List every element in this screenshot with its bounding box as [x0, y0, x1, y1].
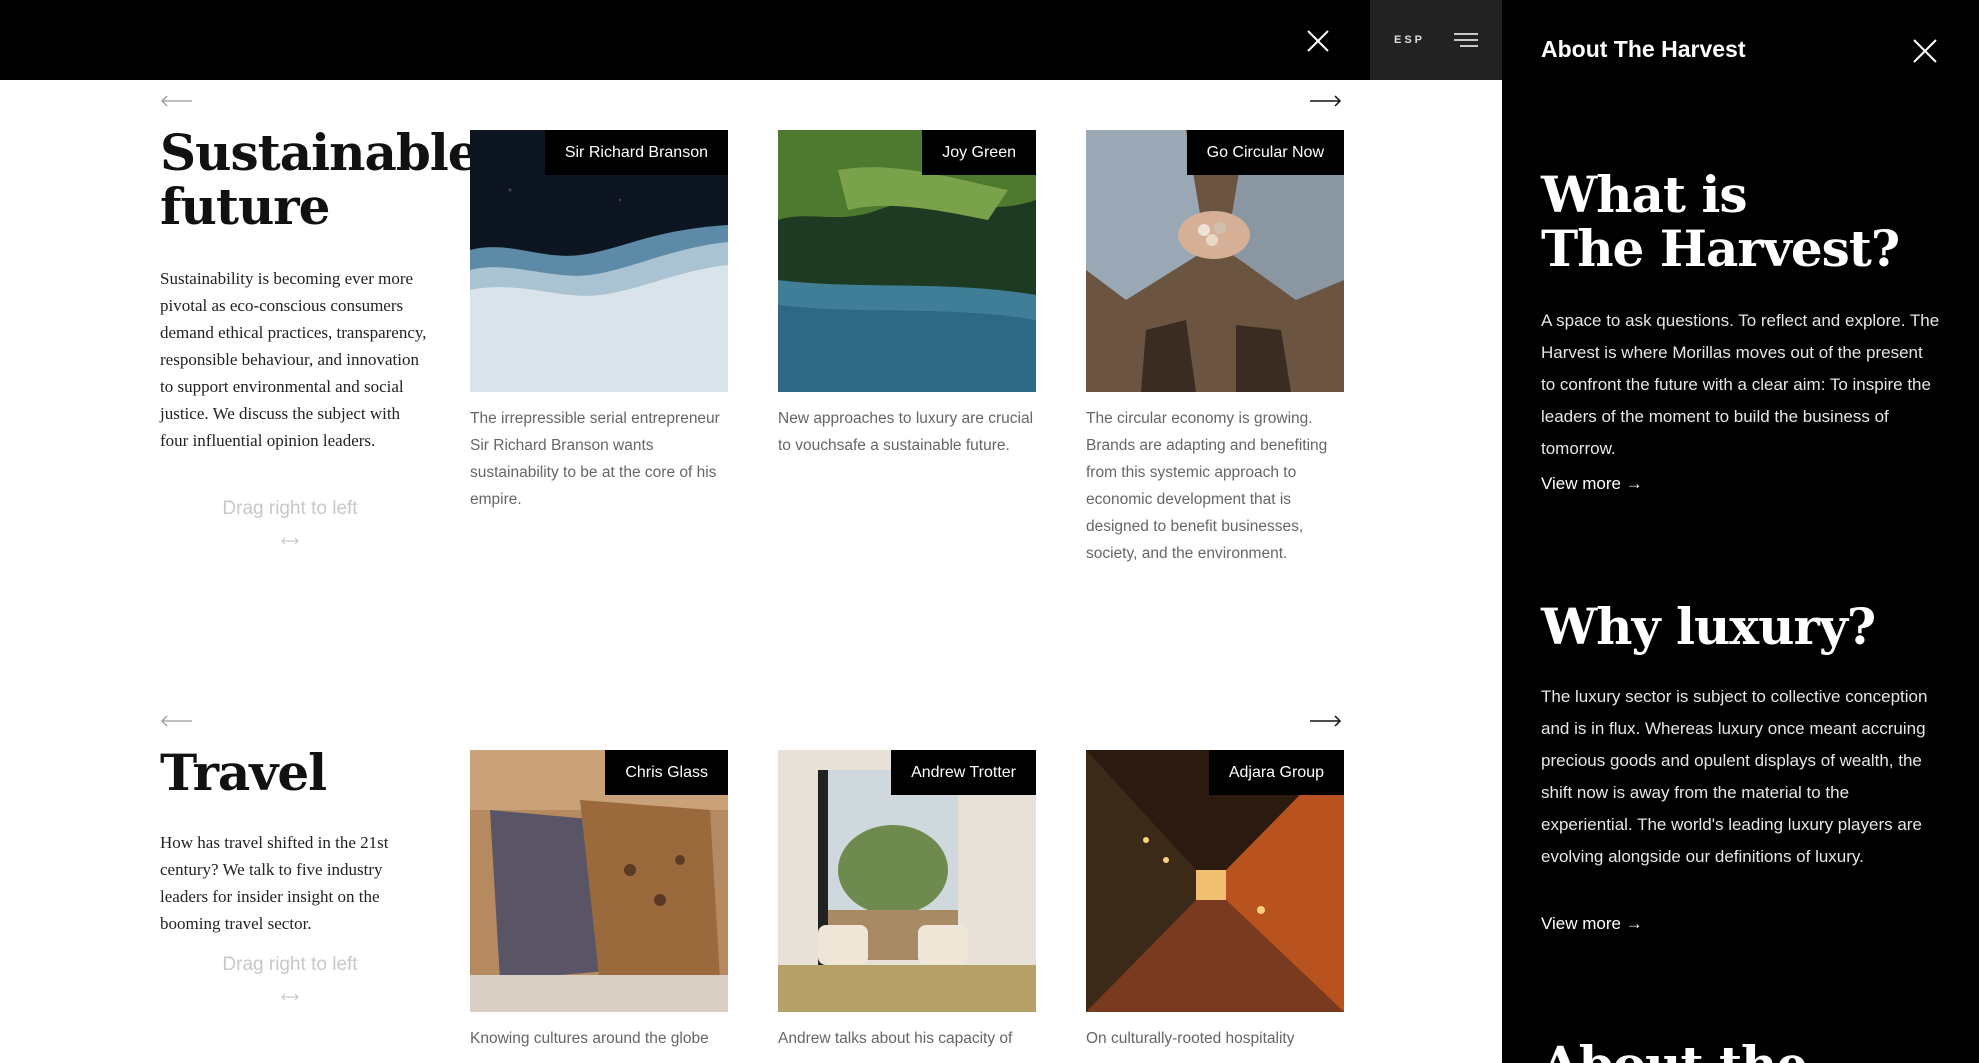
panel-heading-line: The Harvest? [1541, 219, 1900, 278]
section-title: Sustainable future [160, 123, 480, 236]
card-text: On culturally-rooted hospitality [1086, 1030, 1295, 1047]
card-image: Chris Glass [470, 750, 728, 1012]
card-image: Adjara Group [1086, 750, 1344, 1012]
card-text: Knowing cultures around the globe [470, 1030, 709, 1047]
hamburger-menu-icon[interactable] [1452, 30, 1480, 50]
card-andrew-trotter[interactable]: Andrew Trotter Andrew talks about his ca… [778, 750, 1036, 1052]
section-description: How has travel shifted in the 21st centu… [160, 833, 389, 933]
section-title: Travel [160, 743, 327, 802]
panel-heading-line: About the [1541, 1038, 1808, 1063]
panel-heading-line: Why luxury? [1541, 597, 1876, 656]
card-tag: Sir Richard Branson [544, 130, 728, 175]
panel-heading: Why luxury? [1541, 597, 1876, 656]
card-text: Andrew talks about his capacity of [778, 1030, 1013, 1047]
section-description: Sustainability is becoming ever more piv… [160, 269, 427, 450]
panel-heading: What is The Harvest? [1541, 165, 1900, 278]
drag-arrows-icon [281, 537, 299, 545]
arrow-left-icon[interactable] [160, 94, 194, 108]
card-text: The circular economy is growing. Brands … [1086, 410, 1328, 562]
card-tag: Chris Glass [605, 750, 728, 795]
card-joy-green[interactable]: Joy Green New approaches to luxury are c… [778, 130, 1036, 459]
top-bar: ESP [0, 0, 1502, 80]
close-icon[interactable] [1305, 28, 1331, 54]
arrow-right-icon[interactable] [1308, 94, 1342, 108]
drag-arrows-icon [281, 993, 299, 1001]
panel-heading: About the [1541, 1038, 1808, 1063]
card-image: Andrew Trotter [778, 750, 1036, 1012]
panel-text: A space to ask questions. To reflect and… [1541, 311, 1940, 458]
card-tag: Andrew Trotter [891, 750, 1036, 795]
card-text: The irrepressible serial entrepreneur Si… [470, 410, 720, 508]
panel-title: About The Harvest [1541, 36, 1746, 62]
about-panel: About The Harvest What is The Harvest? A… [1502, 0, 1979, 1063]
card-text: New approaches to luxury are crucial to … [778, 410, 1034, 454]
main-page: ESP Sustainable future Sustainability is… [0, 0, 1502, 1063]
card-tag: Adjara Group [1208, 750, 1344, 795]
card-adjara-group[interactable]: Adjara Group On culturally-rooted hospit… [1086, 750, 1344, 1052]
card-tag: Go Circular Now [1186, 130, 1344, 175]
panel-heading-line: What is [1541, 165, 1748, 224]
section-title-line: Sustainable [160, 123, 480, 182]
card-sir-richard-branson[interactable]: Sir Richard Branson The irrepressible se… [470, 130, 728, 513]
card-go-circular-now[interactable]: Go Circular Now The circular economy is … [1086, 130, 1344, 567]
card-image: Joy Green [778, 130, 1036, 392]
card-image: Sir Richard Branson [470, 130, 728, 392]
arrow-left-icon[interactable] [160, 714, 194, 728]
language-toggle[interactable]: ESP [1394, 34, 1425, 46]
drag-hint[interactable]: Drag right to left [160, 498, 420, 520]
arrow-right-icon[interactable] [1308, 714, 1342, 728]
close-icon[interactable] [1912, 38, 1938, 64]
card-image: Go Circular Now [1086, 130, 1344, 392]
panel-text: The luxury sector is subject to collecti… [1541, 687, 1928, 866]
section-title-line: Travel [160, 743, 327, 802]
card-tag: Joy Green [922, 130, 1036, 175]
drag-hint[interactable]: Drag right to left [160, 954, 420, 976]
card-chris-glass[interactable]: Chris Glass Knowing cultures around the … [470, 750, 728, 1052]
lang-menu-box: ESP [1370, 0, 1502, 80]
view-more-link[interactable]: View more → [1541, 474, 1643, 494]
section-title-line: future [160, 177, 330, 236]
view-more-link[interactable]: View more → [1541, 914, 1643, 934]
